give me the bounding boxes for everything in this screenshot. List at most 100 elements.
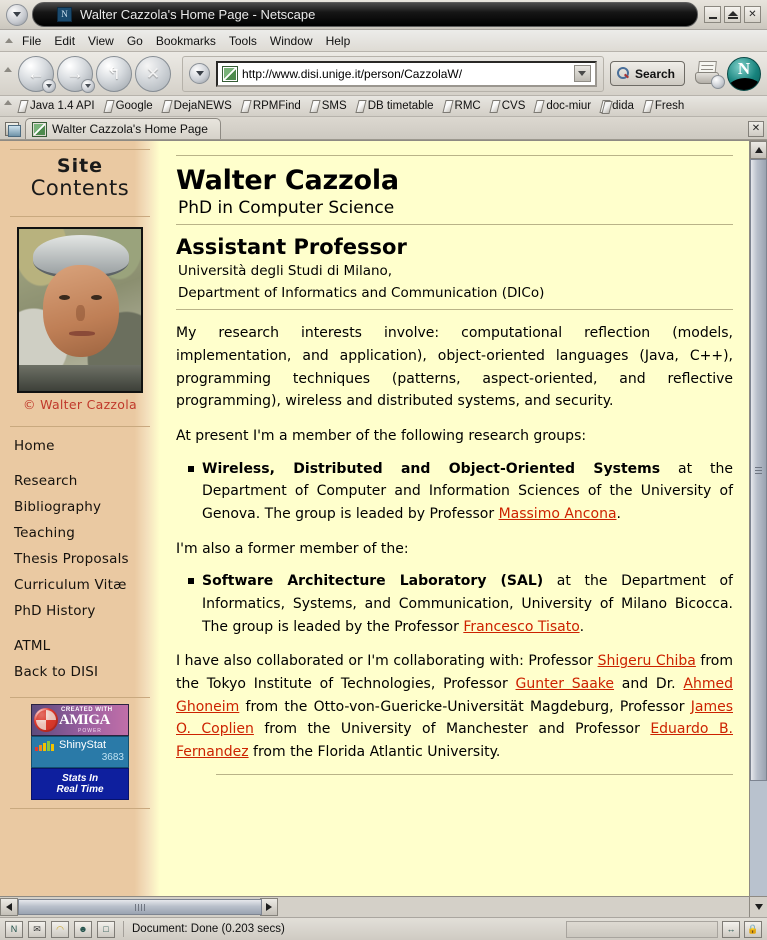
scroll-right-button[interactable] [260,898,278,916]
group-name: Software Architecture Laboratory (SAL) [202,573,544,590]
amiga-ball-icon [34,708,58,733]
sidebar-item-home[interactable]: Home [14,433,160,459]
bookmark-doc-miur[interactable]: doc-miur [534,100,591,112]
close-button[interactable]: ✕ [744,6,761,23]
url-history-dropdown-icon[interactable] [573,65,591,82]
status-bar: N ✉ ◠ ☻ □ Document: Done (0.203 secs) ↔ … [0,917,767,940]
vertical-scroll-thumb[interactable] [750,159,767,781]
composer-icon[interactable]: ◠ [51,920,69,938]
netscape-n-glyph: N [737,58,751,78]
affiliation-line-1: Università degli Studi di Milano, [178,262,393,279]
back-button[interactable]: ← [18,55,56,93]
security-lock-icon[interactable]: 🔒 [744,920,762,938]
menu-tools[interactable]: Tools [229,34,257,48]
photo-eye-left [59,295,70,301]
bookmark-db-timetable[interactable]: DB timetable [356,100,434,112]
bookmark-sms[interactable]: SMS [310,100,347,112]
menu-window[interactable]: Window [270,34,313,48]
netscape-logo-icon[interactable]: N [727,56,761,91]
page-content: Site Contents © Walter Cazzola Home Rese… [0,141,749,896]
url-input-wrapper[interactable]: http://www.disi.unige.it/person/CazzolaW… [216,60,597,87]
bookmark-icon [104,100,113,112]
tab-label: Walter Cazzola's Home Page [52,122,208,136]
scroll-up-button[interactable] [750,141,767,159]
menu-view[interactable]: View [88,34,114,48]
location-dropdown-button[interactable] [189,63,210,84]
tab-walter-cazzola-home-page[interactable]: Walter Cazzola's Home Page [25,118,221,139]
sidebar-banners: CREATED WITH AMIGA POWER ShinyStat 3683 … [31,704,129,801]
bookmark-label: DejaNEWS [173,100,232,112]
sidebar-item-teaching[interactable]: Teaching [14,520,160,546]
tab-close-button[interactable]: ✕ [748,121,764,137]
sidebar-item-back-to-disi[interactable]: Back to DISI [14,659,160,685]
stop-button[interactable]: ✕ [135,55,171,92]
sidebar-item-thesis-proposals[interactable]: Thesis Proposals [14,546,160,572]
shinystat-label: ShinyStat [59,739,107,752]
menu-file[interactable]: File [22,34,41,48]
sidebar-nav-list: Home Research Bibliography Teaching Thes… [0,427,160,685]
sidebar-item-atml[interactable]: ATML [14,633,160,659]
netscape-icon[interactable]: N [5,920,23,938]
menubar-grip[interactable] [4,34,14,46]
link-gunter-saake[interactable]: Gunter Saake [516,676,615,692]
vertical-scroll-track[interactable] [750,159,767,896]
print-button[interactable] [693,59,725,89]
horizontal-scroll-track[interactable] [18,899,262,915]
main-content: Walter Cazzola PhD in Computer Science A… [160,141,749,896]
mail-icon[interactable]: ✉ [28,920,46,938]
menu-edit[interactable]: Edit [54,34,75,48]
horizontal-scroll-thumb[interactable] [18,899,262,915]
connection-icon[interactable]: ↔ [722,920,740,938]
bookmark-google[interactable]: Google [104,100,153,112]
bookmark-dida[interactable]: dida [600,100,634,112]
link-massimo-ancona[interactable]: Massimo Ancona [499,506,617,522]
bookmarkbar-grip[interactable] [4,100,12,105]
stats-real-time-banner[interactable]: Stats In Real Time [31,768,129,801]
forward-button[interactable]: → [57,55,95,93]
sidebar-item-phd-history[interactable]: PhD History [14,598,160,624]
bookmark-fresh[interactable]: Fresh [643,100,684,112]
addressbook-icon[interactable]: ☻ [74,920,92,938]
tab-list-icon[interactable] [4,121,21,137]
scroll-left-button[interactable] [0,898,18,916]
shinystat-banner[interactable]: ShinyStat 3683 [31,736,129,769]
scroll-down-button[interactable] [749,897,767,917]
link-shigeru-chiba[interactable]: Shigeru Chiba [598,653,696,669]
back-history-dropdown[interactable] [42,78,56,93]
sidebar-item-research[interactable]: Research [14,468,160,494]
navbar-grip[interactable] [4,67,14,79]
sidebar-item-curriculum-vitae[interactable]: Curriculum Vitæ [14,572,160,598]
bookmark-icon [490,100,499,112]
page-viewport: Site Contents © Walter Cazzola Home Rese… [0,140,767,896]
menu-help[interactable]: Help [326,34,351,48]
link-francesco-tisato[interactable]: Francesco Tisato [463,619,579,635]
vertical-scrollbar[interactable] [749,141,767,896]
bookmark-java-api[interactable]: Java 1.4 API [18,100,95,112]
search-icon [616,67,630,80]
page-subtitle: PhD in Computer Science [178,197,395,218]
minimize-button[interactable] [704,6,721,23]
sidebar-item-bibliography[interactable]: Bibliography [14,494,160,520]
horizontal-scrollbar[interactable] [0,898,278,916]
menu-bookmarks[interactable]: Bookmarks [156,34,216,48]
bookmark-dejanews[interactable]: DejaNEWS [162,100,232,112]
menu-go[interactable]: Go [127,34,143,48]
content-rule-under-affiliation [176,309,733,311]
sidebar-rule-bottom [10,808,150,810]
window-menu-button[interactable] [4,3,30,26]
forward-history-dropdown[interactable] [81,78,95,93]
maximize-button[interactable] [724,6,741,23]
content-rule-before-bio [216,773,733,775]
url-input[interactable]: http://www.disi.unige.it/person/CazzolaW… [242,67,574,81]
print-dropdown[interactable] [711,74,725,89]
bookmark-cvs[interactable]: CVS [490,100,526,112]
bookmark-label: Google [115,100,153,112]
bookmark-rmc[interactable]: RMC [443,100,481,112]
reload-button[interactable]: ↰ [96,55,132,92]
tasks-icon[interactable]: □ [97,920,115,938]
amiga-banner[interactable]: CREATED WITH AMIGA POWER [31,704,129,737]
group-text-end: . [616,505,621,522]
present-groups-lead: At present I'm a member of the following… [176,427,587,444]
search-button[interactable]: Search [609,61,685,86]
bookmark-rpmfind[interactable]: RPMFind [241,100,301,112]
